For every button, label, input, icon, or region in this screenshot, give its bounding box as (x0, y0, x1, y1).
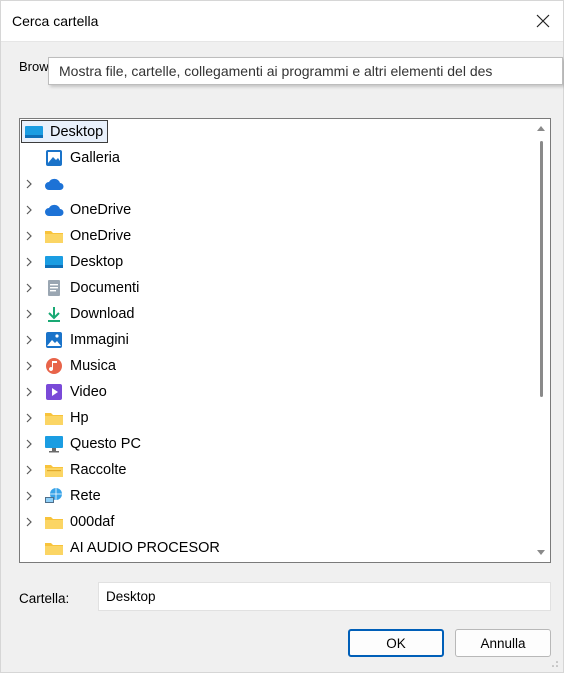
chevron-right-icon[interactable] (24, 283, 34, 293)
tree-item-label: 000daf (70, 514, 115, 530)
tree-item-label: Documenti (70, 280, 140, 296)
chevron-right-icon[interactable] (24, 231, 34, 241)
folder-icon (44, 539, 64, 557)
chevron-right-icon[interactable] (24, 309, 34, 319)
folder-tree[interactable]: Desktop Galleria OneDrive OneDrive Deskt… (19, 118, 551, 563)
tree-item-download[interactable]: Download (24, 301, 135, 327)
tree-item-onedrive-personal[interactable] (24, 171, 70, 197)
scroll-down-icon[interactable] (537, 550, 545, 555)
folder-icon (44, 227, 64, 245)
tree-item-label: Desktop (70, 254, 124, 270)
desktop-icon (24, 123, 44, 141)
network-icon (44, 487, 64, 505)
tree-item-onedrive-cloud[interactable]: OneDrive (24, 197, 131, 223)
tree-item-video[interactable]: Video (24, 379, 107, 405)
tree-item-label: Raccolte (70, 462, 127, 478)
ok-button[interactable]: OK (348, 629, 444, 657)
tooltip: Mostra file, cartelle, collegamenti ai p… (48, 57, 563, 85)
onedrive-cloud-icon (44, 175, 64, 193)
folder-input[interactable] (98, 582, 551, 611)
documents-icon (44, 279, 64, 297)
chevron-right-icon[interactable] (24, 491, 34, 501)
chevron-right-icon[interactable] (24, 361, 34, 371)
tree-item-hp[interactable]: Hp (24, 405, 89, 431)
vertical-scrollbar[interactable] (532, 119, 550, 562)
gallery-icon (44, 149, 64, 167)
window-title: Cerca cartella (12, 13, 99, 29)
tree-item-label: Questo PC (70, 436, 141, 452)
video-icon (44, 383, 64, 401)
folder-field-label: Cartella: (19, 591, 70, 606)
chevron-right-icon[interactable] (24, 179, 34, 189)
tree-root-label: Desktop (50, 123, 104, 140)
chevron-right-icon[interactable] (24, 335, 34, 345)
chevron-right-icon[interactable] (24, 205, 34, 215)
folder-icon (44, 513, 64, 531)
tree-item-onedrive-folder[interactable]: OneDrive (24, 223, 131, 249)
chevron-right-icon[interactable] (24, 439, 34, 449)
tree-item-label: Galleria (70, 150, 120, 166)
tree-item-label: OneDrive (70, 202, 132, 218)
tree-item-000daf[interactable]: 000daf (24, 509, 114, 535)
chevron-right-icon[interactable] (24, 387, 34, 397)
browse-folder-dialog: Cerca cartella Browse For Folder Desktop… (0, 0, 564, 673)
folder-icon (44, 409, 64, 427)
chevron-right-icon[interactable] (24, 465, 34, 475)
scroll-thumb[interactable] (540, 141, 543, 397)
download-icon (44, 305, 64, 323)
tree-item-rete[interactable]: Rete (24, 483, 101, 509)
chevron-right-icon[interactable] (24, 413, 34, 423)
title-bar[interactable]: Cerca cartella (1, 1, 563, 42)
tree-item-label: AI AUDIO PROCESOR (70, 540, 220, 556)
tree-item-galleria[interactable]: Galleria (44, 145, 120, 171)
tree-item-raccolte[interactable]: Raccolte (24, 457, 126, 483)
tree-root-desktop[interactable]: Desktop (21, 120, 109, 143)
tree-item-musica[interactable]: Musica (24, 353, 116, 379)
close-button[interactable] (529, 7, 557, 35)
tree-item-label: Download (70, 306, 135, 322)
tree-item-ai-audio-procesor[interactable]: AI AUDIO PROCESOR (44, 535, 220, 561)
tree-item-label: Hp (70, 410, 89, 426)
tree-item-documenti[interactable]: Documenti (24, 275, 139, 301)
tree-item-immagini[interactable]: Immagini (24, 327, 129, 353)
music-icon (44, 357, 64, 375)
computer-icon (44, 435, 64, 453)
scroll-up-icon[interactable] (537, 126, 545, 131)
desktop-icon (44, 253, 64, 271)
tree-item-label: OneDrive (70, 228, 132, 244)
tree-item-questo-pc[interactable]: Questo PC (24, 431, 141, 457)
close-icon (536, 14, 550, 28)
tree-item-desktop[interactable]: Desktop (24, 249, 123, 275)
resize-grip-icon[interactable] (551, 660, 559, 668)
cancel-button[interactable]: Annulla (455, 629, 551, 657)
chevron-right-icon[interactable] (24, 517, 34, 527)
onedrive-cloud-icon (44, 201, 64, 219)
tree-item-label: Immagini (70, 332, 129, 348)
chevron-right-icon[interactable] (24, 257, 34, 267)
libraries-icon (44, 461, 64, 479)
tree-item-label: Musica (70, 358, 116, 374)
tree-item-label: Video (70, 384, 107, 400)
tree-item-label: Rete (70, 488, 101, 504)
pictures-icon (44, 331, 64, 349)
